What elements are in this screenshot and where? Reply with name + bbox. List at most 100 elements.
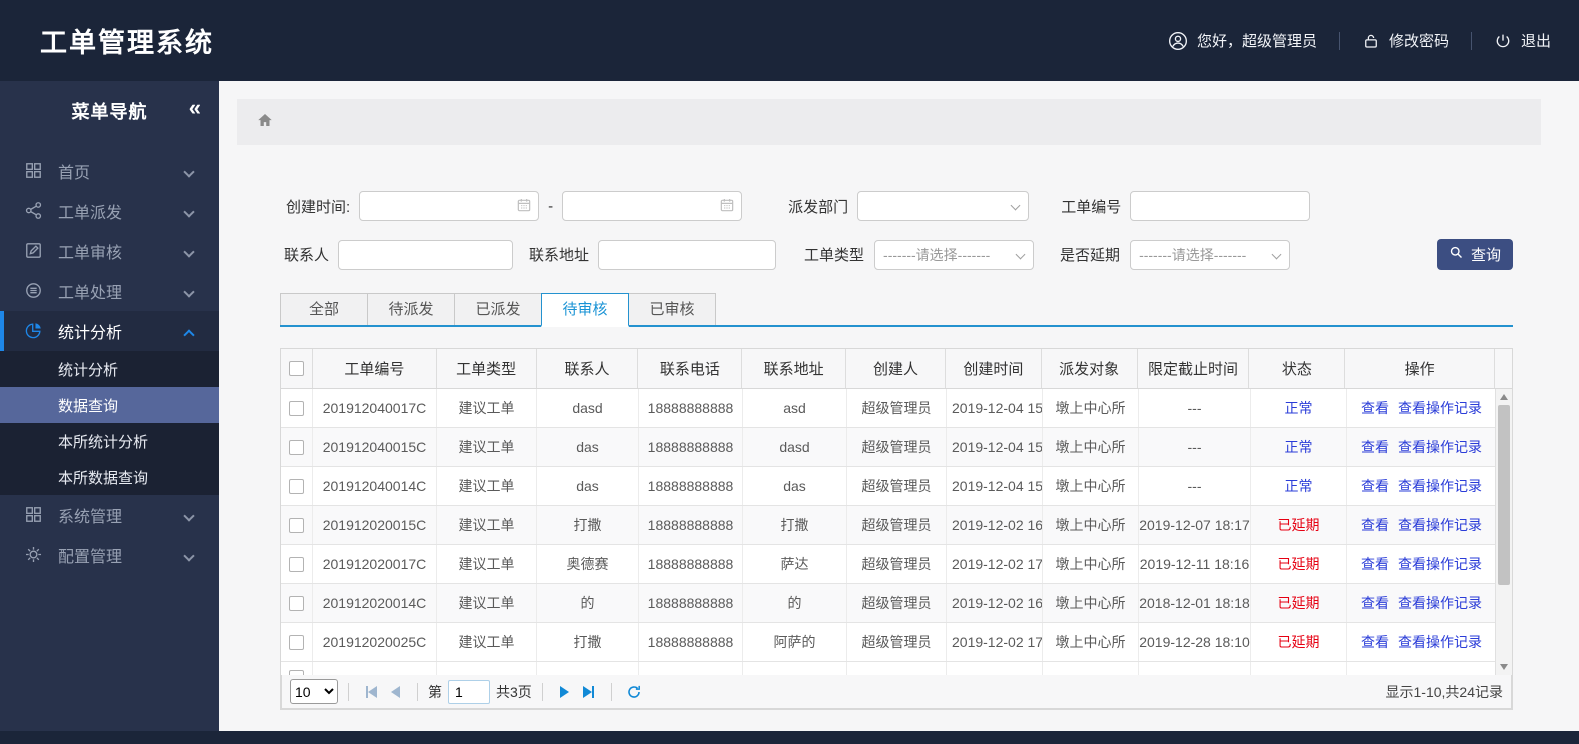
sidebar-subitem[interactable]: 统计分析: [0, 351, 219, 387]
refresh-icon[interactable]: [622, 680, 646, 704]
created-time-end-input[interactable]: [562, 191, 743, 221]
user-greeting[interactable]: 您好，超级管理员: [1168, 30, 1317, 51]
cell-creator: 超级管理员: [847, 506, 947, 544]
table-row: 201912040014C 建议工单 das 18888888888 das 超级管理员 2…: [281, 467, 1512, 506]
view-link[interactable]: 查看: [1361, 398, 1389, 418]
tab[interactable]: 待派发: [367, 293, 455, 325]
view-link[interactable]: 查看: [1361, 515, 1389, 535]
view-link[interactable]: 查看: [1361, 593, 1389, 613]
tab[interactable]: 全部: [280, 293, 368, 325]
order-no-input[interactable]: [1130, 191, 1311, 221]
dispatch-dept-select[interactable]: [857, 191, 1030, 221]
view-link[interactable]: 查看: [1361, 476, 1389, 496]
delay-select[interactable]: -------请选择-------: [1130, 239, 1291, 270]
sidebar-subitem[interactable]: 本所数据查询: [0, 459, 219, 495]
cell-status: 已延期: [1251, 584, 1347, 622]
table-body-viewport: 201912040017C 建议工单 dasd 18888888888 asd 超级管理员…: [281, 389, 1512, 675]
cell-status: 已延期: [1251, 545, 1347, 583]
scroll-down-icon[interactable]: [1500, 664, 1508, 670]
header-actions: 您好，超级管理员 修改密码 退出: [1168, 30, 1551, 51]
row-checkbox[interactable]: [289, 670, 304, 675]
search-icon: [1449, 245, 1464, 264]
tab[interactable]: 已审核: [628, 293, 716, 325]
cell-status: 正常: [1251, 389, 1347, 427]
current-page-input[interactable]: [448, 679, 490, 704]
row-checkbox[interactable]: [289, 517, 304, 533]
cell-phone: 18888888888: [639, 623, 743, 661]
home-icon[interactable]: [256, 111, 274, 134]
view-log-link[interactable]: 查看操作记录: [1398, 476, 1482, 496]
row-checkbox[interactable]: [289, 556, 304, 572]
cell-order-type: 建议工单: [437, 467, 537, 505]
double-chevron-left-icon[interactable]: «: [189, 95, 201, 121]
calendar-icon[interactable]: [516, 197, 532, 217]
prev-page-button[interactable]: [383, 680, 407, 704]
view-log-link[interactable]: 查看操作记录: [1398, 632, 1482, 652]
row-checkbox[interactable]: [289, 634, 304, 650]
cell-creator: 超级管理员: [847, 584, 947, 622]
cell-actions: 查看 查看操作记录: [1347, 467, 1497, 505]
view-log-link[interactable]: 查看操作记录: [1398, 554, 1482, 574]
order-type-select[interactable]: -------请选择-------: [874, 239, 1035, 270]
view-link[interactable]: 查看: [1361, 554, 1389, 574]
cell-creator: 超级管理员: [847, 545, 947, 583]
work-order-table: 工单编号 工单类型 联系人 联系电话 联系地址 创建人 创建时间 派发对象 限定截止时间 状态 操作…: [280, 348, 1513, 710]
view-log-link[interactable]: 查看操作记录: [1398, 515, 1482, 535]
view-log-link[interactable]: 查看操作记录: [1398, 437, 1482, 457]
query-button[interactable]: 查询: [1437, 239, 1513, 270]
last-page-button[interactable]: [577, 680, 601, 704]
process-icon: [24, 281, 44, 301]
sidebar-subitem[interactable]: 本所统计分析: [0, 423, 219, 459]
sidebar-item[interactable]: 工单处理: [0, 271, 219, 311]
sidebar-submenu: 统计分析数据查询本所统计分析 本所数据查询: [0, 351, 219, 495]
address-input[interactable]: [598, 239, 777, 270]
row-checkbox[interactable]: [289, 439, 304, 455]
record-summary: 显示1-10,共24记录: [1385, 683, 1503, 700]
calendar-icon[interactable]: [719, 197, 735, 217]
view-link[interactable]: 查看: [1361, 437, 1389, 457]
cell-address: asd: [743, 389, 847, 427]
page-size-select[interactable]: 10: [290, 679, 338, 704]
sidebar-item[interactable]: 首页: [0, 151, 219, 191]
created-time-start-input[interactable]: [359, 191, 540, 221]
view-log-link[interactable]: 查看操作记录: [1398, 398, 1482, 418]
row-checkbox[interactable]: [289, 400, 304, 416]
sidebar-item[interactable]: 配置管理: [0, 535, 219, 575]
next-page-button[interactable]: [553, 680, 577, 704]
row-checkbox[interactable]: [289, 595, 304, 611]
tab[interactable]: 待审核: [541, 293, 629, 327]
cell-address: 萨达: [743, 545, 847, 583]
table-row: 201912040017C 建议工单 dasd 18888888888 asd 超级管理员…: [281, 389, 1512, 428]
select-all-checkbox[interactable]: [288, 361, 304, 376]
column-header: 派发对象: [1042, 349, 1138, 388]
column-header: 联系电话: [638, 349, 743, 388]
cell-address: 的: [743, 584, 847, 622]
power-icon: [1494, 32, 1512, 50]
main-area: 创建时间: - 派发部门 工单编号 联系人 联系地址 工单类型 -------请…: [219, 81, 1579, 731]
checkbox-cell: [281, 623, 313, 661]
row-checkbox[interactable]: [289, 478, 304, 494]
cell-actions: 查看 查看操作记录: [1347, 428, 1497, 466]
scrollbar-thumb[interactable]: [1498, 405, 1510, 585]
tab[interactable]: 已派发: [454, 293, 542, 325]
change-password-button[interactable]: 修改密码: [1362, 30, 1449, 51]
sidebar-item[interactable]: 系统管理: [0, 495, 219, 535]
empty-cell: [639, 662, 743, 675]
sidebar-item[interactable]: 统计分析: [0, 311, 219, 351]
sidebar-item[interactable]: 工单审核: [0, 231, 219, 271]
first-page-button[interactable]: [359, 680, 383, 704]
query-button-label: 查询: [1470, 247, 1501, 264]
sidebar-subitem-label: 数据查询: [58, 397, 119, 415]
sidebar-item-label: 工单处理: [58, 285, 123, 302]
sidebar-subitem[interactable]: 数据查询: [0, 387, 219, 423]
contact-input[interactable]: [338, 239, 514, 270]
cell-contact: das: [537, 467, 639, 505]
logout-button[interactable]: 退出: [1494, 30, 1551, 51]
view-log-link[interactable]: 查看操作记录: [1398, 593, 1482, 613]
cell-dispatch-target: 墩上中心所: [1043, 467, 1139, 505]
sidebar-item-label: 工单派发: [58, 205, 123, 222]
vertical-scrollbar[interactable]: [1495, 389, 1512, 675]
scroll-up-icon[interactable]: [1500, 394, 1508, 400]
sidebar-item[interactable]: 工单派发: [0, 191, 219, 231]
view-link[interactable]: 查看: [1361, 632, 1389, 652]
